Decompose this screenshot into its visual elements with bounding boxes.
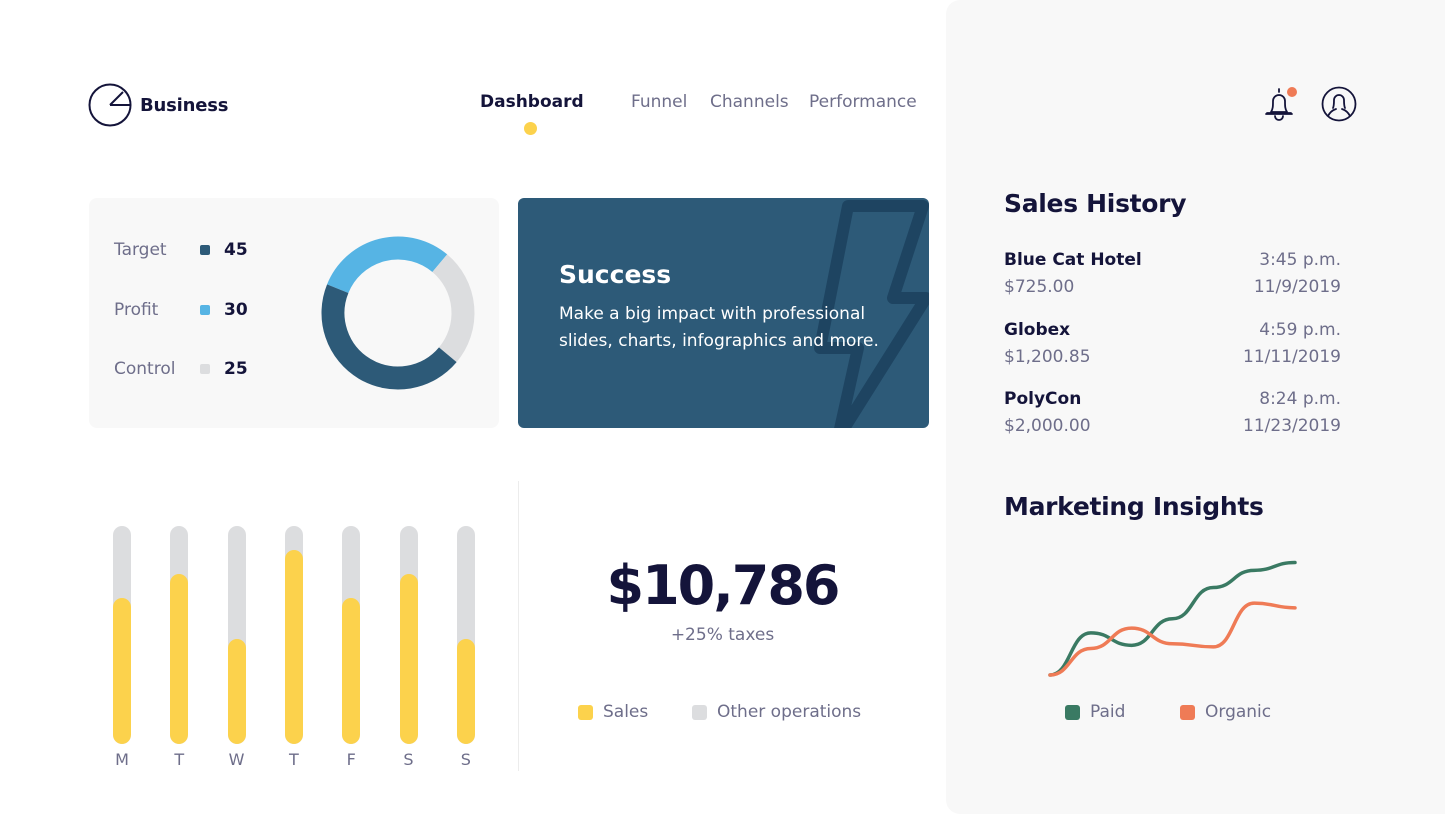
bar-track: [399, 526, 418, 744]
success-description: Make a big impact with professional slid…: [559, 304, 879, 351]
bar-track: [342, 526, 361, 744]
nav-channels[interactable]: Channels: [710, 92, 789, 112]
weekly-bar-chart: MTWTFSS: [100, 520, 495, 780]
bar-track: [227, 526, 246, 744]
legend-label: Other operations: [717, 702, 862, 722]
bar-label: W: [228, 750, 245, 769]
sale-amount: $725.00: [1004, 277, 1075, 297]
line-series-paid: [1048, 560, 1297, 677]
brand-name: Business: [140, 94, 229, 116]
bar-label: F: [346, 750, 356, 769]
success-card: Success Make a big impact with professio…: [518, 198, 929, 428]
sale-date: 11/23/2019: [1243, 416, 1341, 436]
divider: [518, 481, 519, 771]
sale-amount: $1,200.85: [1004, 347, 1091, 367]
nav-funnel[interactable]: Funnel: [631, 92, 687, 112]
sale-name: Globex: [1004, 320, 1071, 340]
legend-swatch: [200, 305, 210, 315]
legend-profit: Profit 30: [114, 300, 248, 320]
legend-label: Paid: [1090, 702, 1126, 722]
bar-fill: [113, 597, 131, 744]
legend-label: Profit: [114, 300, 159, 320]
line-series-organic: [1048, 601, 1297, 677]
legend-label: Control: [114, 359, 176, 379]
legend-swatch: [578, 704, 593, 720]
bar-label: T: [174, 750, 185, 769]
sale-time: 8:24 p.m.: [1259, 389, 1341, 409]
bar-fill: [342, 597, 361, 744]
brand-logo[interactable]: Business: [88, 83, 228, 127]
legend-control: Control 25: [114, 359, 248, 379]
legend-swatch: [200, 364, 210, 374]
legend-label: Sales: [603, 702, 649, 722]
sale-entry[interactable]: PolyCon $2,000.00 8:24 p.m. 11/23/2019: [1004, 389, 1341, 443]
legend-target: Target 45: [114, 240, 248, 260]
legend-sales: Sales: [578, 702, 648, 722]
sale-amount: $2,000.00: [1004, 416, 1091, 436]
sale-date: 11/9/2019: [1253, 277, 1341, 297]
donut-slice-target: [321, 284, 457, 390]
legend-value: 30: [224, 300, 248, 320]
legend-swatch: [200, 245, 210, 255]
bar-label: S: [403, 750, 414, 769]
bar-track: [113, 526, 131, 744]
legend-label: Target: [114, 240, 167, 260]
legend-organic: Organic: [1180, 702, 1271, 722]
donut-card: Target 45 Profit 30 Control 25: [89, 198, 499, 428]
legend-value: 25: [224, 359, 248, 379]
legend-label: Organic: [1205, 702, 1272, 722]
notification-badge: [1287, 87, 1297, 97]
marketing-line-chart: [1048, 560, 1297, 677]
legend-swatch: [1065, 704, 1080, 720]
bar-track: [456, 526, 475, 744]
bar-track: [284, 526, 303, 744]
bar-label: S: [460, 750, 471, 769]
bar-fill: [456, 639, 475, 744]
sale-entry[interactable]: Globex $1,200.85 4:59 p.m. 11/11/2019: [1004, 320, 1341, 374]
legend-value: 45: [224, 240, 248, 260]
sale-entry[interactable]: Blue Cat Hotel $725.00 3:45 p.m. 11/9/20…: [1004, 250, 1341, 304]
success-title: Success: [559, 260, 672, 289]
bar-fill: [399, 573, 418, 744]
donut-chart: [321, 236, 475, 390]
bar-track: [170, 526, 189, 744]
sale-time: 4:59 p.m.: [1259, 320, 1341, 340]
legend-swatch: [692, 704, 707, 720]
sale-name: PolyCon: [1004, 389, 1082, 409]
marketing-insights-title: Marketing Insights: [1004, 492, 1264, 521]
bar-label: M: [115, 750, 129, 769]
taxes-note: +25% taxes: [670, 625, 775, 645]
legend-other-operations: Other operations: [692, 702, 861, 722]
bar-fill: [227, 639, 246, 744]
legend-swatch: [1180, 704, 1195, 720]
total-amount: $10,786: [606, 554, 841, 617]
donut-slice-control: [432, 254, 475, 363]
bar-fill: [284, 549, 303, 744]
legend-paid: Paid: [1065, 702, 1125, 722]
sale-time: 3:45 p.m.: [1259, 250, 1341, 270]
bar-label: T: [289, 750, 299, 769]
donut-slice-profit: [327, 236, 448, 294]
pie-chart-icon: [88, 83, 132, 127]
user-icon[interactable]: [1321, 86, 1357, 122]
active-nav-indicator: [524, 122, 537, 135]
bar-fill: [170, 573, 189, 744]
sale-name: Blue Cat Hotel: [1004, 250, 1142, 270]
sale-date: 11/11/2019: [1243, 347, 1341, 367]
nav-performance[interactable]: Performance: [809, 92, 917, 112]
nav-dashboard[interactable]: Dashboard: [480, 92, 584, 112]
sales-history-title: Sales History: [1004, 189, 1187, 218]
